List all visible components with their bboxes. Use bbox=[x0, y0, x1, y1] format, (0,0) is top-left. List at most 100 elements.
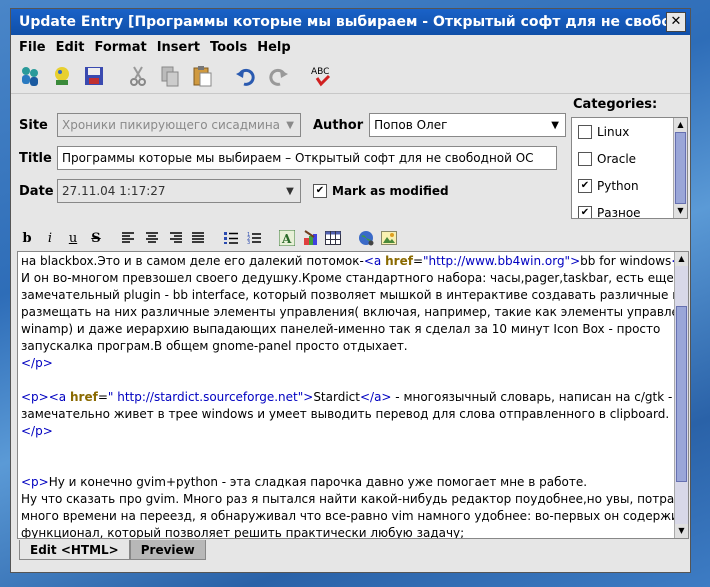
redo-icon[interactable] bbox=[265, 63, 291, 89]
category-label: Разное bbox=[597, 205, 641, 219]
format-toolbar: b i u S 123 A bbox=[17, 227, 687, 249]
menu-edit[interactable]: Edit bbox=[56, 40, 85, 55]
save-icon[interactable] bbox=[81, 63, 107, 89]
date-label: Date bbox=[19, 183, 54, 199]
title-bar[interactable]: Update Entry [Программы которые мы выбир… bbox=[11, 9, 690, 35]
copy-icon[interactable] bbox=[157, 63, 183, 89]
site-row: Site Хроники пикирующего сисадмина ▼ Aut… bbox=[19, 113, 567, 137]
editor-line: размещать на них различные элементы упра… bbox=[21, 305, 689, 319]
main-toolbar: ABC bbox=[11, 59, 690, 94]
menu-bar: File Edit Format Insert Tools Help bbox=[11, 35, 690, 59]
editor-line: Ну что сказать про gvim. Много раз я пыт… bbox=[21, 492, 689, 506]
category-item[interactable]: Oracle bbox=[572, 145, 687, 172]
author-value: Попов Олег bbox=[374, 118, 448, 132]
color-brush-icon[interactable] bbox=[300, 229, 320, 247]
category-label: Linux bbox=[597, 124, 630, 139]
menu-help[interactable]: Help bbox=[257, 40, 290, 55]
editor-text[interactable]: на blackbox.Это и в самом деле его далек… bbox=[21, 253, 689, 539]
scroll-thumb[interactable] bbox=[676, 306, 687, 482]
checkbox-icon bbox=[578, 151, 592, 166]
menu-file[interactable]: File bbox=[19, 40, 46, 55]
table-icon[interactable] bbox=[323, 229, 343, 247]
editor-tabs: Edit <HTML> Preview bbox=[19, 540, 206, 560]
spellcheck-icon[interactable]: ABC bbox=[309, 63, 335, 89]
entry-form: Site Хроники пикирующего сисадмина ▼ Aut… bbox=[11, 95, 567, 221]
close-button[interactable]: ✕ bbox=[666, 12, 686, 32]
window-title: Update Entry [Программы которые мы выбир… bbox=[19, 14, 666, 30]
align-right-icon[interactable] bbox=[165, 229, 185, 247]
scroll-down-icon[interactable]: ▼ bbox=[675, 524, 688, 538]
author-label: Author bbox=[313, 117, 364, 133]
update-entry-window: Update Entry [Программы которые мы выбир… bbox=[10, 8, 691, 573]
scroll-down-icon[interactable]: ▼ bbox=[674, 204, 687, 218]
category-item[interactable]: ✔ Python bbox=[572, 172, 687, 199]
image-icon[interactable] bbox=[379, 229, 399, 247]
bold-icon[interactable]: b bbox=[17, 229, 37, 247]
align-center-icon[interactable] bbox=[142, 229, 162, 247]
date-field[interactable]: 27.11.04 1:17:27 ▼ bbox=[57, 179, 301, 203]
tab-edit-html[interactable]: Edit <HTML> bbox=[19, 540, 130, 560]
svg-text:ABC: ABC bbox=[311, 67, 329, 77]
title-value: Программы которые мы выбираем – Открытый… bbox=[62, 151, 534, 165]
scroll-up-icon[interactable]: ▲ bbox=[675, 252, 688, 266]
chevron-down-icon: ▼ bbox=[286, 185, 294, 197]
editor-line: на blackbox.Это и в самом деле его далек… bbox=[21, 254, 688, 268]
site-value: Хроники пикирующего сисадмина bbox=[62, 118, 281, 132]
editor-scrollbar[interactable]: ▲ ▼ bbox=[674, 252, 688, 538]
bullet-list-icon[interactable] bbox=[221, 229, 241, 247]
checkbox-icon bbox=[578, 124, 592, 139]
font-icon[interactable]: A bbox=[277, 229, 297, 247]
cut-icon[interactable] bbox=[125, 63, 151, 89]
align-justify-icon[interactable] bbox=[188, 229, 208, 247]
site-select[interactable]: Хроники пикирующего сисадмина ▼ bbox=[57, 113, 301, 137]
mark-modified-checkbox[interactable]: ✔ Mark as modified bbox=[313, 184, 449, 198]
users-icon[interactable] bbox=[17, 63, 43, 89]
categories-header: Categories: bbox=[573, 97, 658, 112]
site-label: Site bbox=[19, 117, 48, 133]
editor-line: </p> bbox=[21, 424, 53, 438]
svg-text:A: A bbox=[281, 232, 292, 246]
category-item[interactable]: ✔ Разное bbox=[572, 199, 687, 219]
editor-line: замечательный plugin - bb interface, кот… bbox=[21, 288, 689, 302]
editor-line: замечательно живет в трее windows и умее… bbox=[21, 407, 670, 421]
scroll-up-icon[interactable]: ▲ bbox=[674, 118, 687, 132]
editor-line: <p>Ну и конечно gvim+python - эта сладка… bbox=[21, 475, 588, 489]
category-label: Oracle bbox=[597, 151, 637, 166]
menu-insert[interactable]: Insert bbox=[157, 40, 200, 55]
title-row: Title Программы которые мы выбираем – От… bbox=[19, 146, 557, 170]
chevron-down-icon: ▼ bbox=[551, 119, 559, 131]
strikethrough-icon[interactable]: S bbox=[86, 229, 106, 247]
category-label: Python bbox=[597, 178, 639, 193]
menu-tools[interactable]: Tools bbox=[210, 40, 247, 55]
editor-line: функционал, который позволяет решить пра… bbox=[21, 526, 465, 539]
categories-scrollbar[interactable]: ▲ ▼ bbox=[673, 118, 687, 218]
publish-icon[interactable] bbox=[49, 63, 75, 89]
editor-line: <p><a href=" http://stardict.sourceforge… bbox=[21, 390, 673, 404]
scroll-thumb[interactable] bbox=[675, 132, 686, 204]
italic-icon[interactable]: i bbox=[40, 229, 60, 247]
paste-icon[interactable] bbox=[189, 63, 215, 89]
chevron-down-icon: ▼ bbox=[286, 119, 294, 131]
author-select[interactable]: Попов Олег ▼ bbox=[369, 113, 567, 137]
align-left-icon[interactable] bbox=[119, 229, 139, 247]
title-input[interactable]: Программы которые мы выбираем – Открытый… bbox=[57, 146, 557, 170]
categories-list: Linux Oracle ✔ Python ✔ Разное ▲ ▼ bbox=[571, 117, 688, 219]
category-item[interactable]: Linux bbox=[572, 118, 687, 145]
checkmark-icon: ✔ bbox=[578, 205, 592, 218]
date-value: 27.11.04 1:17:27 bbox=[62, 184, 166, 198]
undo-icon[interactable] bbox=[233, 63, 259, 89]
menu-format[interactable]: Format bbox=[94, 40, 146, 55]
underline-icon[interactable]: u bbox=[63, 229, 83, 247]
editor-line: запускалка програм.В общем gnome-panel п… bbox=[21, 339, 408, 353]
tab-preview[interactable]: Preview bbox=[129, 540, 206, 560]
numbered-list-icon[interactable]: 123 bbox=[244, 229, 264, 247]
mark-modified-label: Mark as modified bbox=[332, 184, 449, 198]
html-editor[interactable]: на blackbox.Это и в самом деле его далек… bbox=[17, 251, 689, 539]
title-label: Title bbox=[19, 150, 52, 166]
checkmark-icon: ✔ bbox=[578, 178, 592, 193]
link-globe-icon[interactable] bbox=[356, 229, 376, 247]
editor-line: И он во-многом превзошел своего дедушку.… bbox=[21, 271, 674, 285]
